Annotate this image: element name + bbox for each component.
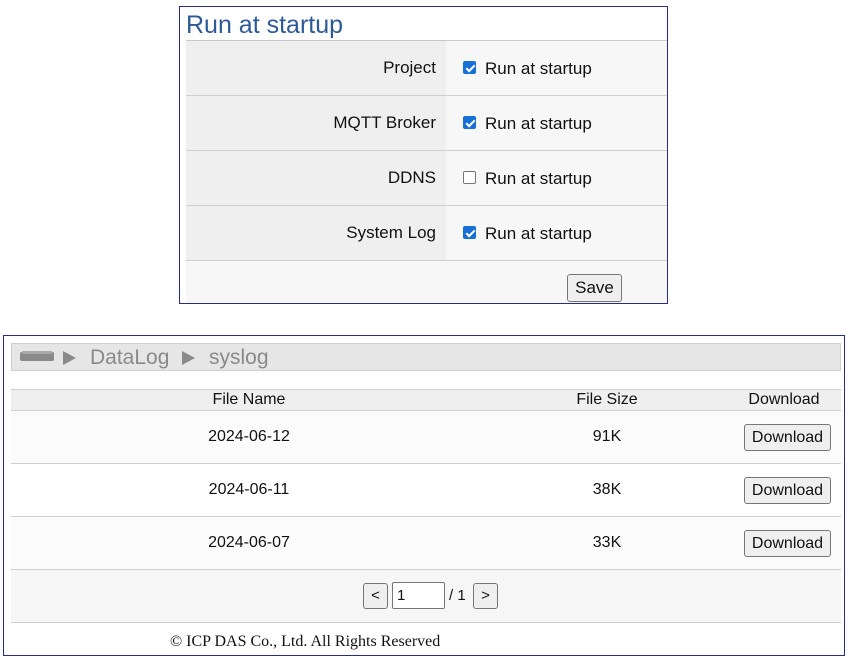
startup-row-mqtt-broker: MQTT Broker Run at startup: [186, 96, 667, 151]
startup-rows: Project Run at startup MQTT Broker Run a…: [186, 41, 667, 261]
copyright-text: © ICP DAS Co., Ltd. All Rights Reserved: [170, 633, 441, 650]
startup-row-value: Run at startup: [446, 206, 667, 260]
checkbox-label[interactable]: Run at startup: [485, 206, 592, 262]
startup-row-system-log: System Log Run at startup: [186, 206, 667, 261]
triangle-right-icon: [182, 351, 195, 365]
file-size-cell: 33K: [592, 534, 622, 551]
project-run-checkbox[interactable]: [463, 61, 476, 74]
checkbox-label[interactable]: Run at startup: [485, 41, 592, 97]
drive-icon: [20, 351, 54, 361]
file-name-cell: 2024-06-12: [208, 428, 290, 445]
startup-title: Run at startup: [186, 11, 344, 39]
triangle-right-icon: [63, 351, 76, 365]
table-body: 2024-06-12 91K Download 2024-06-11 38K D…: [11, 411, 841, 570]
startup-row-label: DDNS: [186, 151, 446, 205]
file-name-cell: 2024-06-07: [208, 534, 290, 551]
download-button[interactable]: Download: [744, 424, 831, 451]
mqtt-broker-run-checkbox[interactable]: [463, 116, 476, 129]
ddns-run-checkbox[interactable]: [463, 171, 476, 184]
file-size-cell: 38K: [592, 481, 622, 498]
breadcrumb: DataLog syslog: [11, 343, 841, 371]
table-row: 2024-06-12 91K Download: [11, 411, 841, 464]
table-header: File Name File Size Download: [11, 389, 841, 411]
column-download: Download: [748, 391, 820, 408]
startup-row-project: Project Run at startup: [186, 41, 667, 96]
table-row: 2024-06-11 38K Download: [11, 464, 841, 517]
datalog-panel: DataLog syslog File Name File Size Downl…: [3, 335, 845, 656]
column-file-size: File Size: [576, 391, 638, 408]
breadcrumb-syslog[interactable]: syslog: [209, 345, 269, 371]
checkbox-label[interactable]: Run at startup: [485, 151, 592, 207]
startup-panel: Run at startup Project Run at startup MQ…: [179, 6, 668, 304]
table-row: 2024-06-07 33K Download: [11, 517, 841, 570]
startup-row-label: MQTT Broker: [186, 96, 446, 150]
download-button[interactable]: Download: [744, 530, 831, 557]
system-log-run-checkbox[interactable]: [463, 226, 476, 239]
next-page-button[interactable]: >: [473, 583, 498, 609]
page-number-input[interactable]: [392, 582, 445, 609]
startup-row-value: Run at startup: [446, 96, 667, 150]
save-area: Save: [186, 261, 667, 303]
startup-row-ddns: DDNS Run at startup: [186, 151, 667, 206]
file-name-cell: 2024-06-11: [208, 481, 290, 498]
breadcrumb-datalog[interactable]: DataLog: [90, 345, 169, 371]
file-size-cell: 91K: [592, 428, 622, 445]
file-table: File Name File Size Download 2024-06-12 …: [11, 389, 841, 623]
startup-row-value: Run at startup: [446, 151, 667, 205]
startup-row-label: System Log: [186, 206, 446, 260]
download-button[interactable]: Download: [744, 477, 831, 504]
column-file-name: File Name: [212, 391, 286, 408]
save-button[interactable]: Save: [567, 274, 622, 302]
pagination: < / 1 >: [11, 570, 841, 623]
startup-row-value: Run at startup: [446, 41, 667, 95]
page-total: / 1: [449, 587, 466, 604]
checkbox-label[interactable]: Run at startup: [485, 96, 592, 152]
startup-row-label: Project: [186, 41, 446, 95]
prev-page-button[interactable]: <: [363, 583, 388, 609]
